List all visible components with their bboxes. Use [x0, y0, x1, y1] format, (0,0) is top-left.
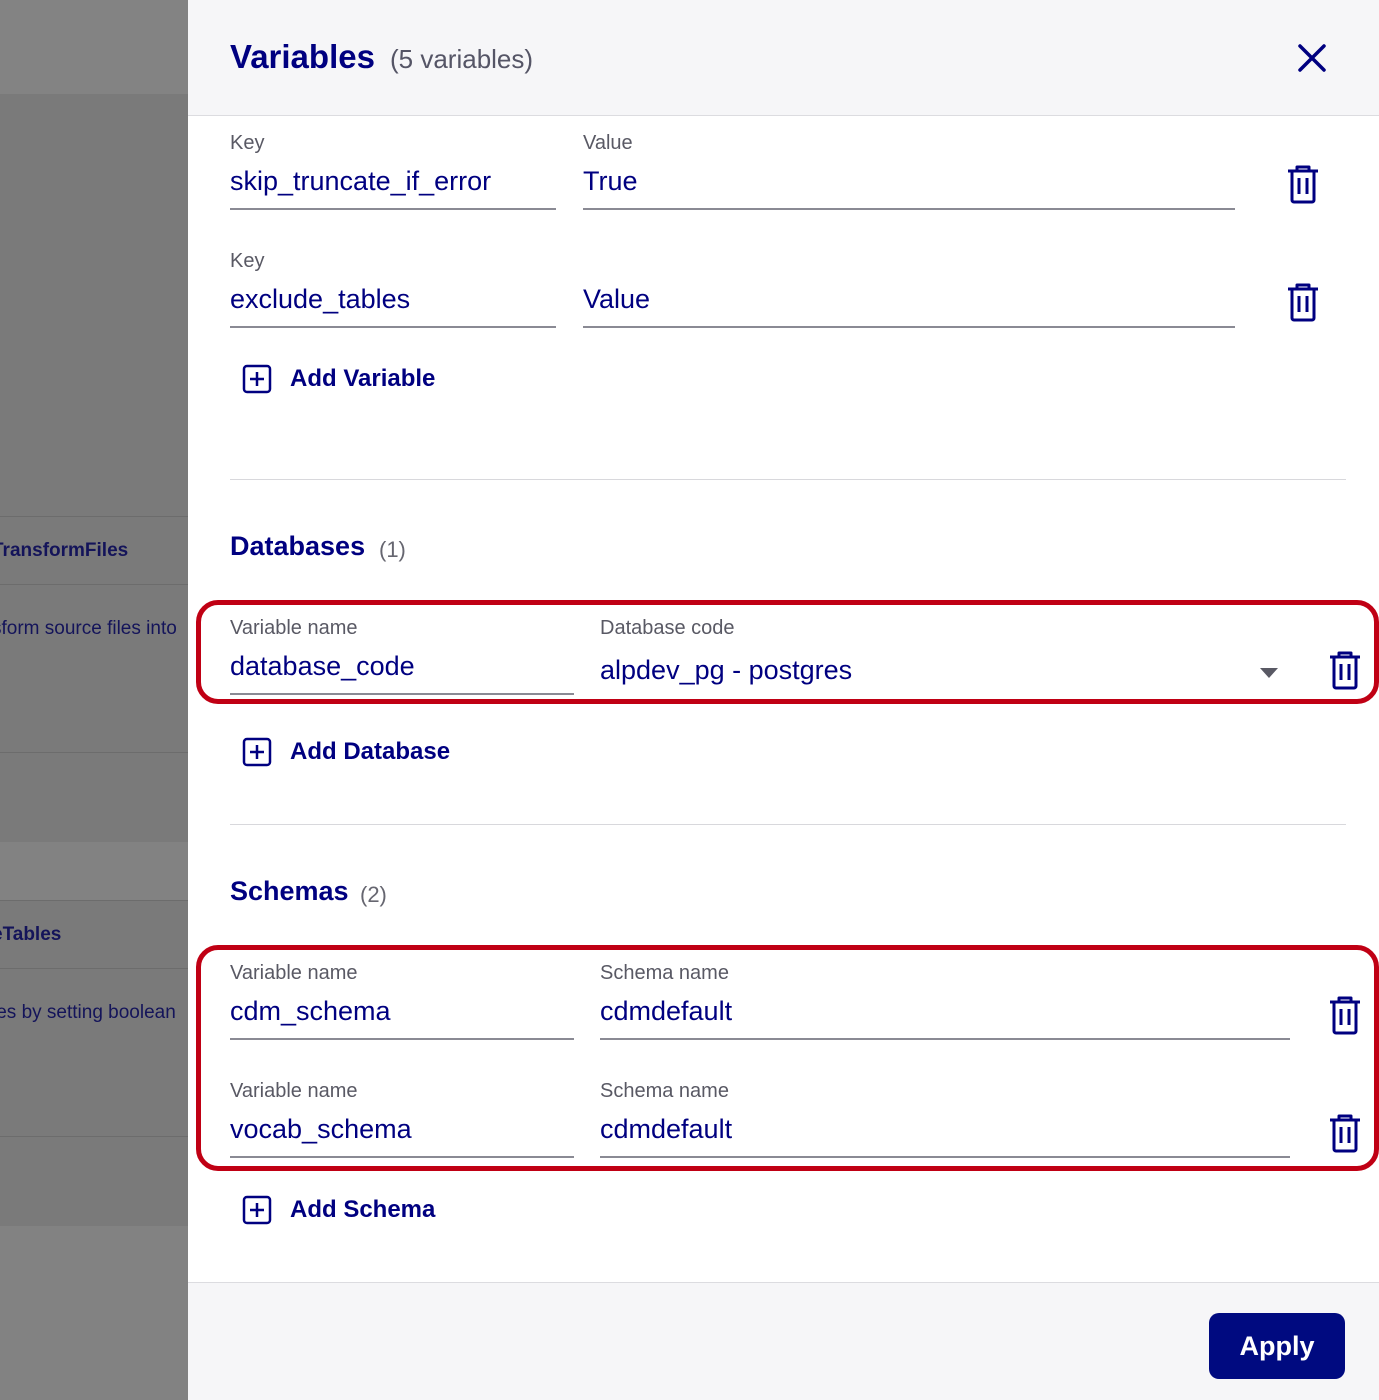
add-database-button[interactable]: Add Database: [230, 737, 450, 767]
add-icon: [242, 364, 272, 394]
trash-icon[interactable]: [1285, 164, 1321, 204]
schema-name-value[interactable]: cdmdefault: [600, 996, 1290, 1030]
schema-variable-name-value[interactable]: cdm_schema: [230, 996, 574, 1030]
variable-key-value[interactable]: skip_truncate_if_error: [230, 166, 556, 200]
background-task-description: sform source files into: [0, 618, 177, 639]
field-label: Variable name: [230, 1080, 358, 1102]
add-variable-button[interactable]: Add Variable: [230, 364, 435, 394]
field-label: Value: [583, 132, 633, 154]
variable-key-field[interactable]: Key exclude_tables: [230, 250, 556, 328]
databases-title: Databases: [230, 531, 366, 561]
section-divider: [230, 824, 1346, 825]
trash-icon[interactable]: [1327, 995, 1363, 1035]
database-variable-name-field[interactable]: Variable name database_code: [230, 617, 574, 695]
variable-value-value[interactable]: True: [583, 166, 1235, 200]
schema-variable-name-field[interactable]: Variable name cdm_schema: [230, 962, 574, 1040]
schema-name-value[interactable]: cdmdefault: [600, 1114, 1290, 1148]
schemas-count: (2): [360, 882, 387, 907]
add-schema-button[interactable]: Add Schema: [230, 1195, 435, 1225]
database-variable-name-value[interactable]: database_code: [230, 651, 574, 685]
variable-value-placeholder[interactable]: Value: [583, 284, 1235, 318]
field-label: Schema name: [600, 962, 729, 984]
chevron-down-icon[interactable]: [1259, 667, 1279, 679]
schema-name-field[interactable]: Schema name cdmdefault: [600, 962, 1290, 1040]
schema-name-field[interactable]: Schema name cdmdefault: [600, 1080, 1290, 1158]
variable-value-field[interactable]: Value: [583, 250, 1235, 328]
drawer-subtitle: (5 variables): [390, 44, 534, 74]
schema-variable-name-value[interactable]: vocab_schema: [230, 1114, 574, 1148]
schema-variable-name-field[interactable]: Variable name vocab_schema: [230, 1080, 574, 1158]
add-schema-label: Add Schema: [290, 1196, 436, 1223]
drawer-title: Variables: [230, 38, 375, 75]
background-task-description: les by setting boolean: [0, 1002, 176, 1023]
variables-drawer: Variables (5 variables) Key skip_truncat…: [188, 0, 1379, 1400]
apply-button[interactable]: Apply: [1209, 1313, 1345, 1379]
background-header: [0, 0, 188, 94]
field-label: Database code: [600, 617, 735, 639]
add-variable-label: Add Variable: [290, 365, 436, 392]
close-icon[interactable]: [1292, 38, 1332, 78]
trash-icon[interactable]: [1327, 650, 1363, 690]
field-label: Key: [230, 132, 265, 154]
trash-icon[interactable]: [1285, 282, 1321, 322]
field-label: Key: [230, 250, 265, 272]
databases-count: (1): [379, 537, 406, 562]
background-overlay: TransformFiles sform source files into e…: [0, 0, 188, 1400]
add-database-label: Add Database: [290, 738, 451, 765]
variable-key-field[interactable]: Key skip_truncate_if_error: [230, 132, 556, 210]
drawer-header: Variables (5 variables): [188, 0, 1379, 116]
schemas-title: Schemas: [230, 876, 349, 906]
background-task-title: eTables: [0, 924, 62, 945]
trash-icon[interactable]: [1327, 1113, 1363, 1153]
variable-value-field[interactable]: Value True: [583, 132, 1235, 210]
background-task-title: TransformFiles: [0, 540, 129, 561]
variable-key-value[interactable]: exclude_tables: [230, 284, 556, 318]
drawer-footer: Apply: [188, 1282, 1379, 1400]
section-divider: [230, 479, 1346, 480]
field-label: Variable name: [230, 617, 358, 639]
add-icon: [242, 737, 272, 767]
field-label: Schema name: [600, 1080, 729, 1102]
add-icon: [242, 1195, 272, 1225]
database-code-value[interactable]: alpdev_pg - postgres: [600, 655, 1290, 689]
database-code-select[interactable]: Database code alpdev_pg - postgres: [600, 617, 1290, 695]
field-label: Variable name: [230, 962, 358, 984]
